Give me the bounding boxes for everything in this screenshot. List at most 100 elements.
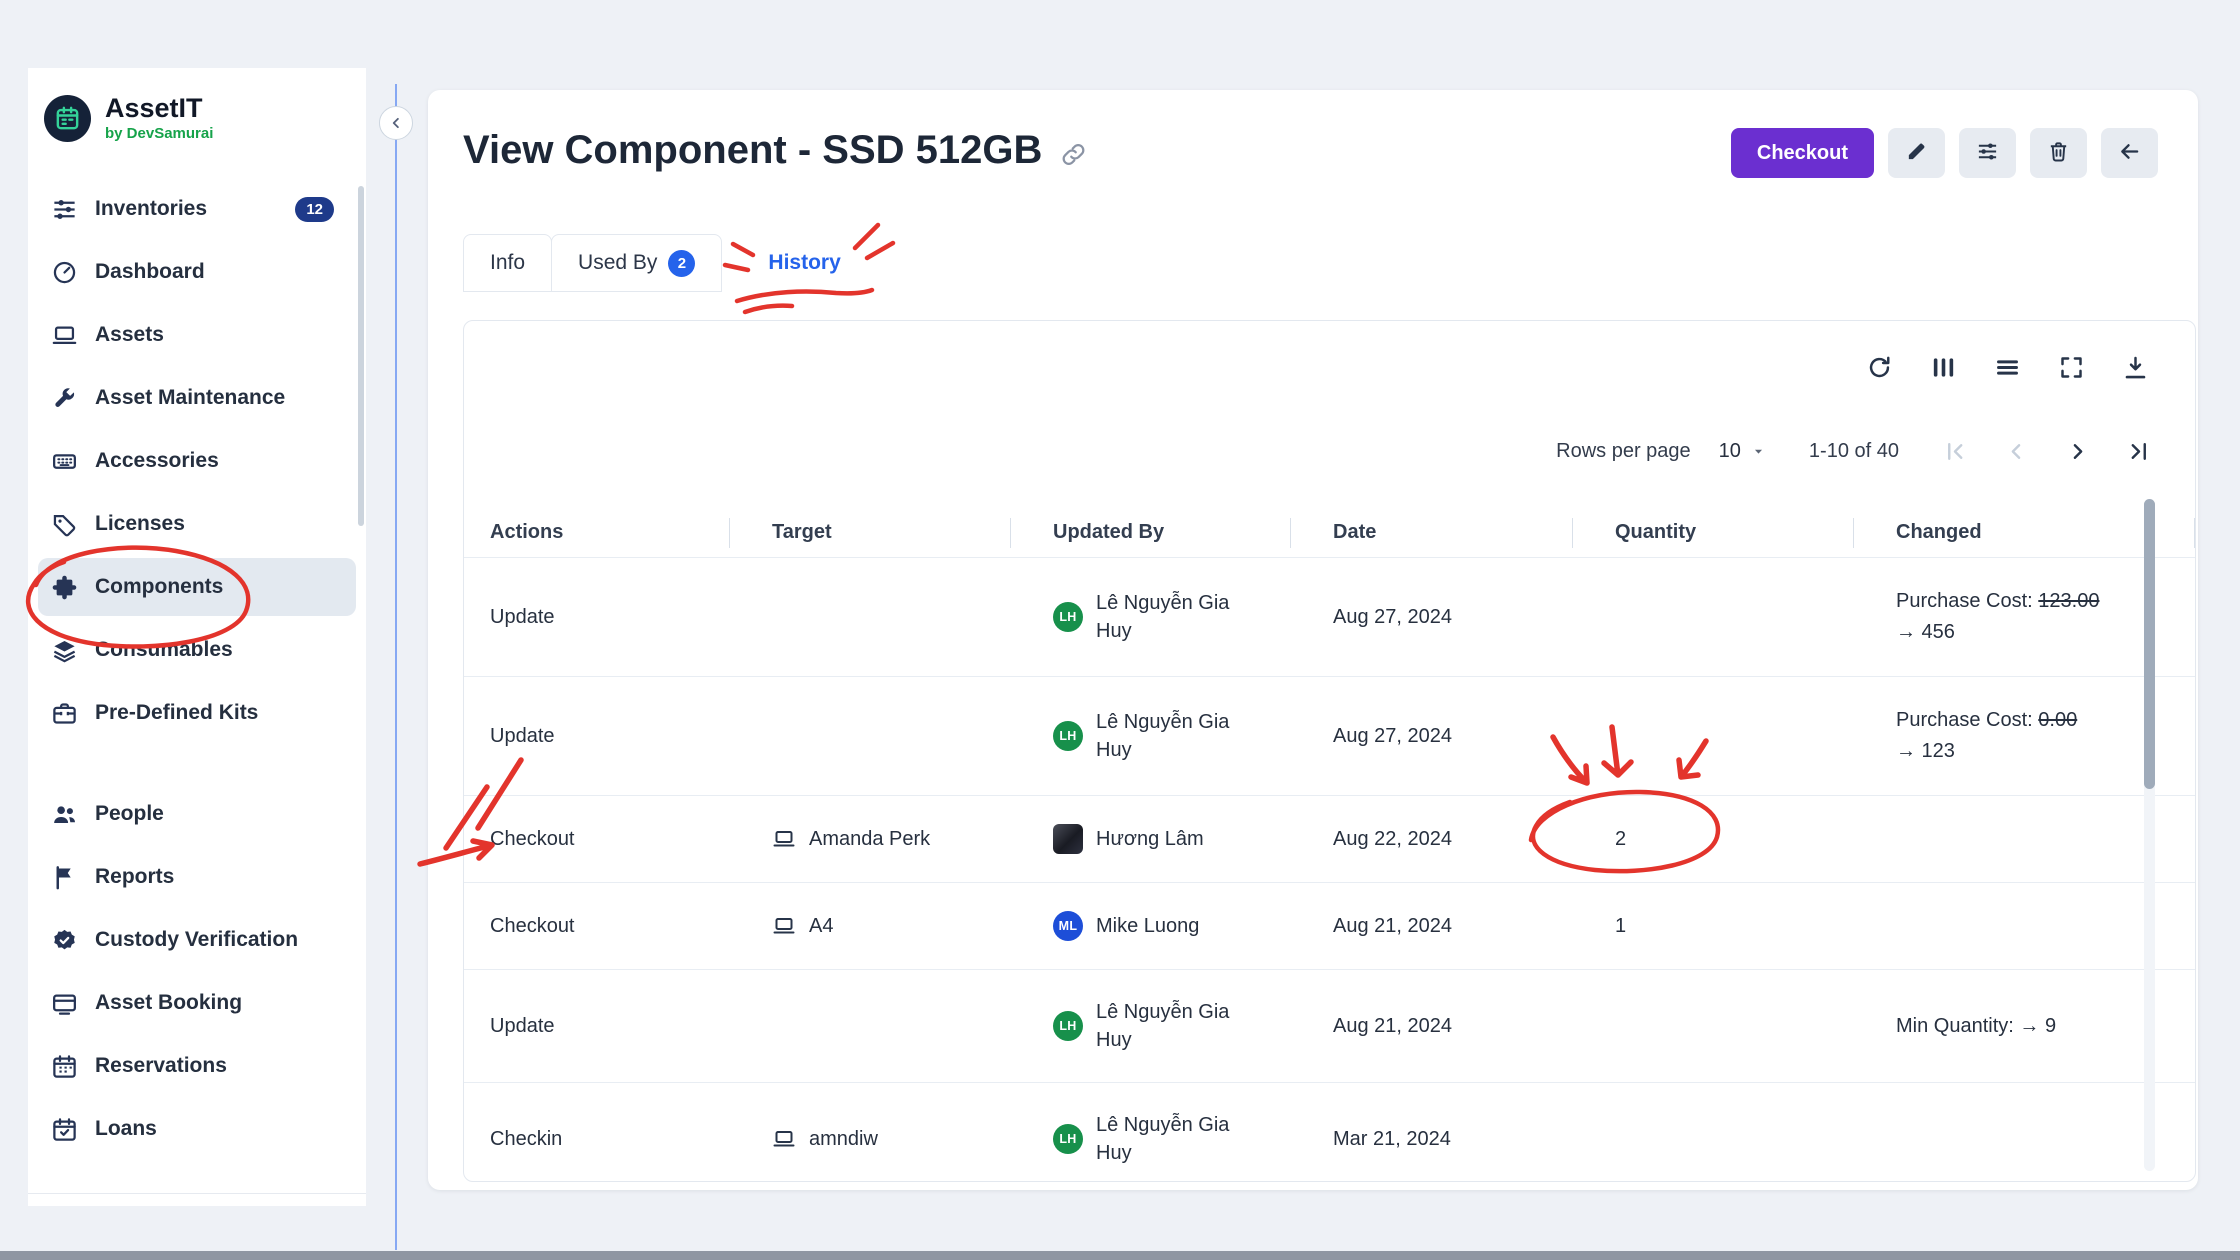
prev-page-button[interactable] [2004, 439, 2029, 464]
next-page-button[interactable] [2065, 439, 2090, 464]
sidebar-item-licenses[interactable]: Licenses [38, 495, 356, 553]
column-header-target[interactable]: Target [730, 508, 1011, 557]
density-icon[interactable] [1994, 354, 2021, 381]
table-row[interactable]: UpdateLHLê Nguyễn Gia HuyAug 27, 2024Pur… [464, 677, 2195, 796]
table-scrollbar-track [2144, 499, 2155, 1171]
changed-text: Purchase Cost: 123.00 → 456 [1896, 586, 2104, 648]
rows-per-page-select[interactable]: 10 [1719, 440, 1767, 463]
sidebar-item-label: Custody Verification [95, 928, 298, 952]
permalink-icon[interactable] [1060, 141, 1087, 168]
user-name: Mike Luong [1096, 912, 1199, 940]
sidebar-item-reports[interactable]: Reports [38, 848, 356, 906]
back-icon [2118, 140, 2141, 166]
avatar: ML [1053, 911, 1083, 941]
booking-icon [51, 990, 78, 1017]
cell-action: Update [464, 558, 730, 676]
tab-info[interactable]: Info [463, 234, 552, 292]
sidebar-item-custody-verification[interactable]: Custody Verification [38, 911, 356, 969]
refresh-icon[interactable] [1866, 354, 1893, 381]
sidebar-item-reservations[interactable]: Reservations [38, 1037, 356, 1095]
sidebar-item-pre-defined-kits[interactable]: Pre-Defined Kits [38, 684, 356, 742]
cell-updated-by: ML Mike Luong [1011, 883, 1291, 969]
laptop-icon [772, 827, 796, 851]
cell-quantity [1573, 1083, 1854, 1182]
avatar: LH [1053, 1124, 1083, 1154]
sidebar-item-consumables[interactable]: Consumables [38, 621, 356, 679]
table-row[interactable]: CheckoutA4MLMike LuongAug 21, 20241 [464, 883, 2195, 970]
trash-button[interactable] [2030, 128, 2087, 178]
checkout-button[interactable]: Checkout [1731, 128, 1874, 178]
sidebar-item-asset-maintenance[interactable]: Asset Maintenance [38, 369, 356, 427]
table-row[interactable]: Checkin amndiw LH Lê Nguyễn Gia Huy Mar 21, … [464, 1083, 2195, 1182]
rows-per-page-label: Rows per page [1556, 440, 1691, 463]
changed-text: Purchase Cost: 0.00 → 123 [1896, 705, 2104, 767]
target-name: amndiw [809, 1128, 878, 1151]
sidebar-item-dashboard[interactable]: Dashboard [38, 243, 356, 301]
toolbox-icon [51, 700, 78, 727]
badge-check-icon [51, 927, 78, 954]
target-name: A4 [809, 915, 833, 938]
avatar: LH [1053, 602, 1083, 632]
puzzle-icon [51, 574, 78, 601]
user-name: Lê Nguyễn Gia Huy [1096, 1111, 1251, 1167]
sidebar-collapse-button[interactable] [379, 106, 413, 140]
cell-date: Aug 21, 2024 [1291, 970, 1573, 1082]
first-page-button[interactable] [1943, 439, 1968, 464]
cell-target: Amanda Perk [730, 796, 1011, 882]
calendar-icon [51, 1053, 78, 1080]
tab-used-by[interactable]: Used By 2 [551, 234, 722, 292]
download-icon[interactable] [2122, 354, 2149, 381]
tab-badge: 2 [668, 250, 695, 277]
sidebar-scrollbar[interactable] [358, 186, 364, 526]
column-header-quantity[interactable]: Quantity [1573, 508, 1854, 557]
sidebar-item-assets[interactable]: Assets [38, 306, 356, 364]
fullscreen-icon[interactable] [2058, 354, 2085, 381]
tab-history[interactable]: History [748, 234, 860, 292]
filters-button[interactable] [1959, 128, 2016, 178]
pencil-button[interactable] [1888, 128, 1945, 178]
table-header-row: Actions Target Updated By Date Quantity … [464, 508, 2195, 558]
sidebar-item-components[interactable]: Components [38, 558, 356, 616]
avatar: LH [1053, 1011, 1083, 1041]
page-header: View Component - SSD 512GB Checkout [463, 128, 2196, 178]
column-header-date[interactable]: Date [1291, 508, 1573, 557]
sidebar-item-label: Consumables [95, 638, 233, 662]
cell-date: Mar 21, 2024 [1291, 1083, 1573, 1182]
columns-icon[interactable] [1930, 354, 1957, 381]
table-row[interactable]: UpdateLHLê Nguyễn Gia HuyAug 21, 2024Min… [464, 970, 2195, 1083]
cell-quantity [1573, 970, 1854, 1082]
sidebar-item-accessories[interactable]: Accessories [38, 432, 356, 490]
cell-date: Aug 27, 2024 [1291, 677, 1573, 795]
last-page-button[interactable] [2126, 439, 2151, 464]
table-row[interactable]: UpdateLHLê Nguyễn Gia HuyAug 27, 2024Pur… [464, 558, 2195, 677]
cell-target [730, 558, 1011, 676]
target-name: Amanda Perk [809, 828, 930, 851]
cell-action: Update [464, 677, 730, 795]
cell-action: Checkin [464, 1083, 730, 1182]
sidebar-item-label: People [95, 802, 164, 826]
app-name: AssetIT [105, 94, 213, 122]
sidebar-section-gap [38, 747, 356, 785]
rows-per-page-value: 10 [1719, 440, 1741, 463]
table-scrollbar-thumb[interactable] [2144, 499, 2155, 789]
table-toolbar [464, 321, 2195, 381]
sidebar-item-asset-booking[interactable]: Asset Booking [38, 974, 356, 1032]
sidebar-item-loans[interactable]: Loans [38, 1100, 356, 1158]
sidebar: AssetIT by DevSamurai Inventories12Dashb… [28, 68, 366, 1206]
column-header-actions[interactable]: Actions [464, 508, 730, 557]
cell-updated-by: LHLê Nguyễn Gia Huy [1011, 558, 1291, 676]
bottom-bar [0, 1251, 2240, 1260]
column-header-updated-by[interactable]: Updated By [1011, 508, 1291, 557]
table-row[interactable]: CheckoutAmanda PerkHương LâmAug 22, 2024… [464, 796, 2195, 883]
back-button[interactable] [2101, 128, 2158, 178]
cell-quantity [1573, 677, 1854, 795]
cell-updated-by: LHLê Nguyễn Gia Huy [1011, 970, 1291, 1082]
sidebar-item-people[interactable]: People [38, 785, 356, 843]
sidebar-item-label: Reports [95, 865, 174, 889]
flag-icon [51, 864, 78, 891]
sidebar-item-inventories[interactable]: Inventories12 [38, 180, 356, 238]
cell-action: Checkout [464, 796, 730, 882]
tab-label: Used By [578, 251, 657, 275]
cell-quantity [1573, 558, 1854, 676]
app-logo: AssetIT by DevSamurai [28, 68, 366, 170]
